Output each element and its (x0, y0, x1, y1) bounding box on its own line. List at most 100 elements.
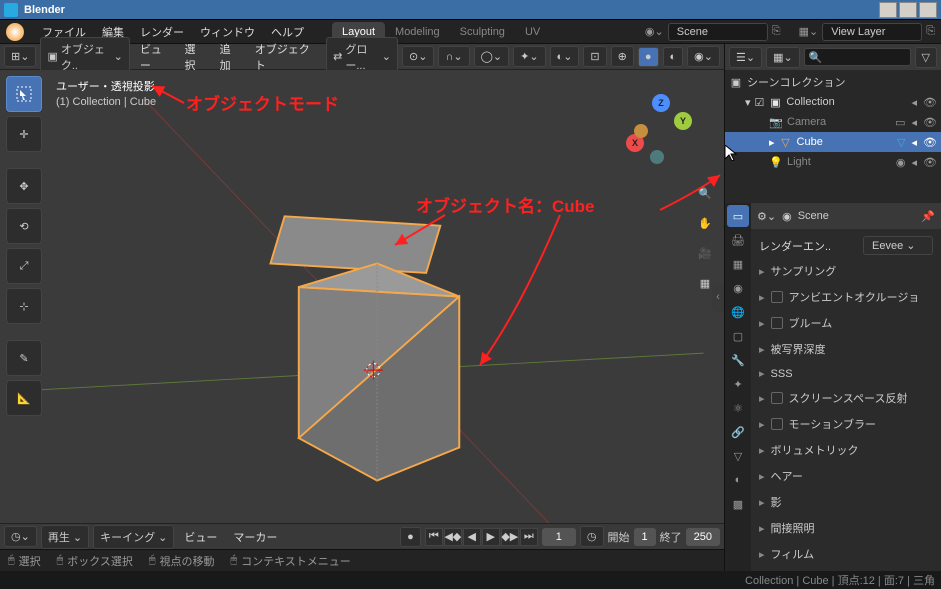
visibility-icon[interactable]: 👁 (923, 136, 937, 149)
visibility-icon[interactable]: 👁 (923, 156, 937, 169)
autokey-button[interactable]: ● (400, 527, 421, 547)
gizmo-y-axis[interactable]: Y (674, 112, 692, 130)
outliner-editor-type[interactable]: ☰⌄ (729, 47, 762, 68)
keying-menu[interactable]: キーイング ⌄ (93, 525, 174, 549)
checkbox-icon[interactable]: ☑ (755, 96, 765, 109)
prop-tab-render[interactable]: ▭ (727, 205, 749, 227)
gizmo-neg-axis2[interactable] (634, 124, 648, 138)
prop-panel-アンビエントオクルージョ[interactable]: ▸アンビエントオクルージョ (759, 284, 933, 310)
camera-view-icon[interactable]: 🎥 (692, 240, 718, 266)
viewlayer-name-field[interactable]: View Layer (822, 23, 922, 41)
disclosure-icon[interactable]: ▸ (769, 136, 775, 149)
overlay-toggle[interactable]: ◐⌄ (550, 46, 580, 67)
props-editor-type[interactable]: ⚙⌄ (757, 210, 776, 223)
play-reverse-button[interactable]: ◀ (463, 528, 481, 546)
jump-end-button[interactable]: ⏭ (520, 528, 538, 546)
menu-window[interactable]: ウィンドウ (192, 24, 263, 40)
keyframe-next-button[interactable]: ◆▶ (501, 528, 519, 546)
panel-checkbox[interactable] (771, 317, 783, 329)
timeclip-icon[interactable]: ◷ (580, 526, 604, 547)
tab-uv[interactable]: UV (515, 22, 550, 42)
tool-select-box[interactable] (6, 76, 42, 112)
shading-solid[interactable]: ● (638, 47, 659, 67)
close-button[interactable]: × (919, 2, 937, 18)
zoom-icon[interactable]: 🔍 (692, 180, 718, 206)
playback-menu[interactable]: 再生 ⌄ (41, 525, 89, 549)
tab-sculpting[interactable]: Sculpting (450, 22, 515, 42)
prop-panel-被写界深度[interactable]: ▸被写界深度 (759, 336, 933, 362)
tool-transform[interactable]: ⊹ (6, 288, 42, 324)
prop-tab-modifier[interactable]: 🔧 (727, 349, 749, 371)
pan-icon[interactable]: ✋ (692, 210, 718, 236)
hide-icon[interactable]: ◂ (912, 136, 918, 149)
pin-icon[interactable]: 📌 (921, 210, 935, 223)
shading-material[interactable]: ◐ (663, 47, 684, 67)
visibility-icon[interactable]: 👁 (923, 116, 937, 129)
gizmo-z-axis[interactable]: Z (652, 94, 670, 112)
editor-type-button[interactable]: ⊞⌄ (4, 46, 36, 67)
prop-tab-viewlayer[interactable]: ▦ (727, 253, 749, 275)
new-viewlayer-icon[interactable]: ⎘ (926, 25, 935, 38)
prop-tab-output[interactable]: 🖨 (727, 229, 749, 251)
outliner-filter-button[interactable]: ▽ (915, 47, 937, 68)
timeline-editor-type[interactable]: ◷⌄ (4, 526, 37, 547)
3d-viewport[interactable]: ユーザー・透視投影 (1) Collection | Cube ✛ ✥ ⟲ ⤢ … (0, 70, 724, 523)
prop-panel-ボリュメトリック[interactable]: ▸ボリュメトリック (759, 437, 933, 463)
start-frame-field[interactable]: 1 (634, 528, 656, 546)
prop-panel-モーションブラー[interactable]: ▸モーションブラー (759, 411, 933, 437)
outliner-scene-collection[interactable]: ▣ シーンコレクション (725, 72, 941, 92)
vp-menu-select[interactable]: 選択 (179, 41, 210, 73)
prop-panel-ヘアー[interactable]: ▸ヘアー (759, 463, 933, 489)
minimize-button[interactable]: _ (879, 2, 897, 18)
panel-checkbox[interactable] (771, 291, 783, 303)
render-engine-dropdown[interactable]: Eevee ⌄ (863, 236, 933, 255)
menu-render[interactable]: レンダー (132, 24, 192, 40)
current-frame-field[interactable]: 1 (542, 528, 576, 546)
vp-menu-add[interactable]: 追加 (214, 41, 245, 73)
outliner-item-cube[interactable]: ▸ ▽ Cube ▽◂👁 (725, 132, 941, 152)
prop-panel-サンプリング[interactable]: ▸サンプリング (759, 258, 933, 284)
outliner-search[interactable]: 🔍 (804, 48, 911, 66)
gizmo-neg-axis[interactable] (650, 150, 664, 164)
prop-tab-object[interactable]: ▢ (727, 325, 749, 347)
jump-start-button[interactable]: ⏮ (425, 528, 443, 546)
navigation-gizmo[interactable]: Z Y X (626, 94, 696, 164)
tool-move[interactable]: ✥ (6, 168, 42, 204)
prop-tab-material[interactable]: ◐ (727, 469, 749, 491)
pivot-button[interactable]: ⊙⌄ (402, 46, 434, 67)
prop-panel-SSS[interactable]: ▸SSS (759, 362, 933, 385)
data-icon[interactable]: ▭ (895, 116, 905, 129)
menu-help[interactable]: ヘルプ (263, 24, 312, 40)
mesh-data-icon[interactable]: ▽ (897, 136, 905, 149)
blender-logo-icon[interactable] (6, 23, 24, 41)
proportional-button[interactable]: ◯⌄ (474, 46, 510, 67)
panel-checkbox[interactable] (771, 418, 783, 430)
outliner-item-light[interactable]: 💡 Light ◉◂👁 (725, 152, 941, 172)
prop-tab-physics[interactable]: ⚛ (727, 397, 749, 419)
prop-panel-ブルーム[interactable]: ▸ブルーム (759, 310, 933, 336)
gizmo-toggle[interactable]: ✦⌄ (513, 46, 545, 67)
keyframe-prev-button[interactable]: ◀◆ (444, 528, 462, 546)
end-frame-field[interactable]: 250 (686, 528, 720, 546)
tool-cursor[interactable]: ✛ (6, 116, 42, 152)
outliner-item-camera[interactable]: 📷 Camera ▭◂👁 (725, 112, 941, 132)
prop-tab-particle[interactable]: ✦ (727, 373, 749, 395)
browse-viewlayer-icon[interactable]: ▦⌄ (799, 25, 819, 38)
tool-measure[interactable]: 📐 (6, 380, 42, 416)
visibility-icon[interactable]: 👁 (923, 96, 937, 109)
hide-icon[interactable]: ◂ (912, 96, 918, 109)
sidebar-toggle[interactable]: ‹ (712, 282, 724, 312)
timeline-marker-menu[interactable]: マーカー (227, 529, 283, 545)
prop-tab-world[interactable]: 🌐 (727, 301, 749, 323)
vp-menu-view[interactable]: ビュー (134, 41, 175, 73)
browse-scene-icon[interactable]: ◉⌄ (645, 25, 664, 38)
data-icon[interactable]: ◉ (896, 156, 906, 169)
disclosure-icon[interactable]: ▾ (745, 96, 751, 109)
maximize-button[interactable]: □ (899, 2, 917, 18)
prop-panel-フィルム[interactable]: ▸フィルム (759, 541, 933, 567)
tool-rotate[interactable]: ⟲ (6, 208, 42, 244)
prop-panel-スクリーンスペース反射[interactable]: ▸スクリーンスペース反射 (759, 385, 933, 411)
shading-wireframe[interactable]: ⊕ (611, 46, 634, 67)
hide-icon[interactable]: ◂ (912, 156, 918, 169)
prop-panel-間接照明[interactable]: ▸間接照明 (759, 515, 933, 541)
